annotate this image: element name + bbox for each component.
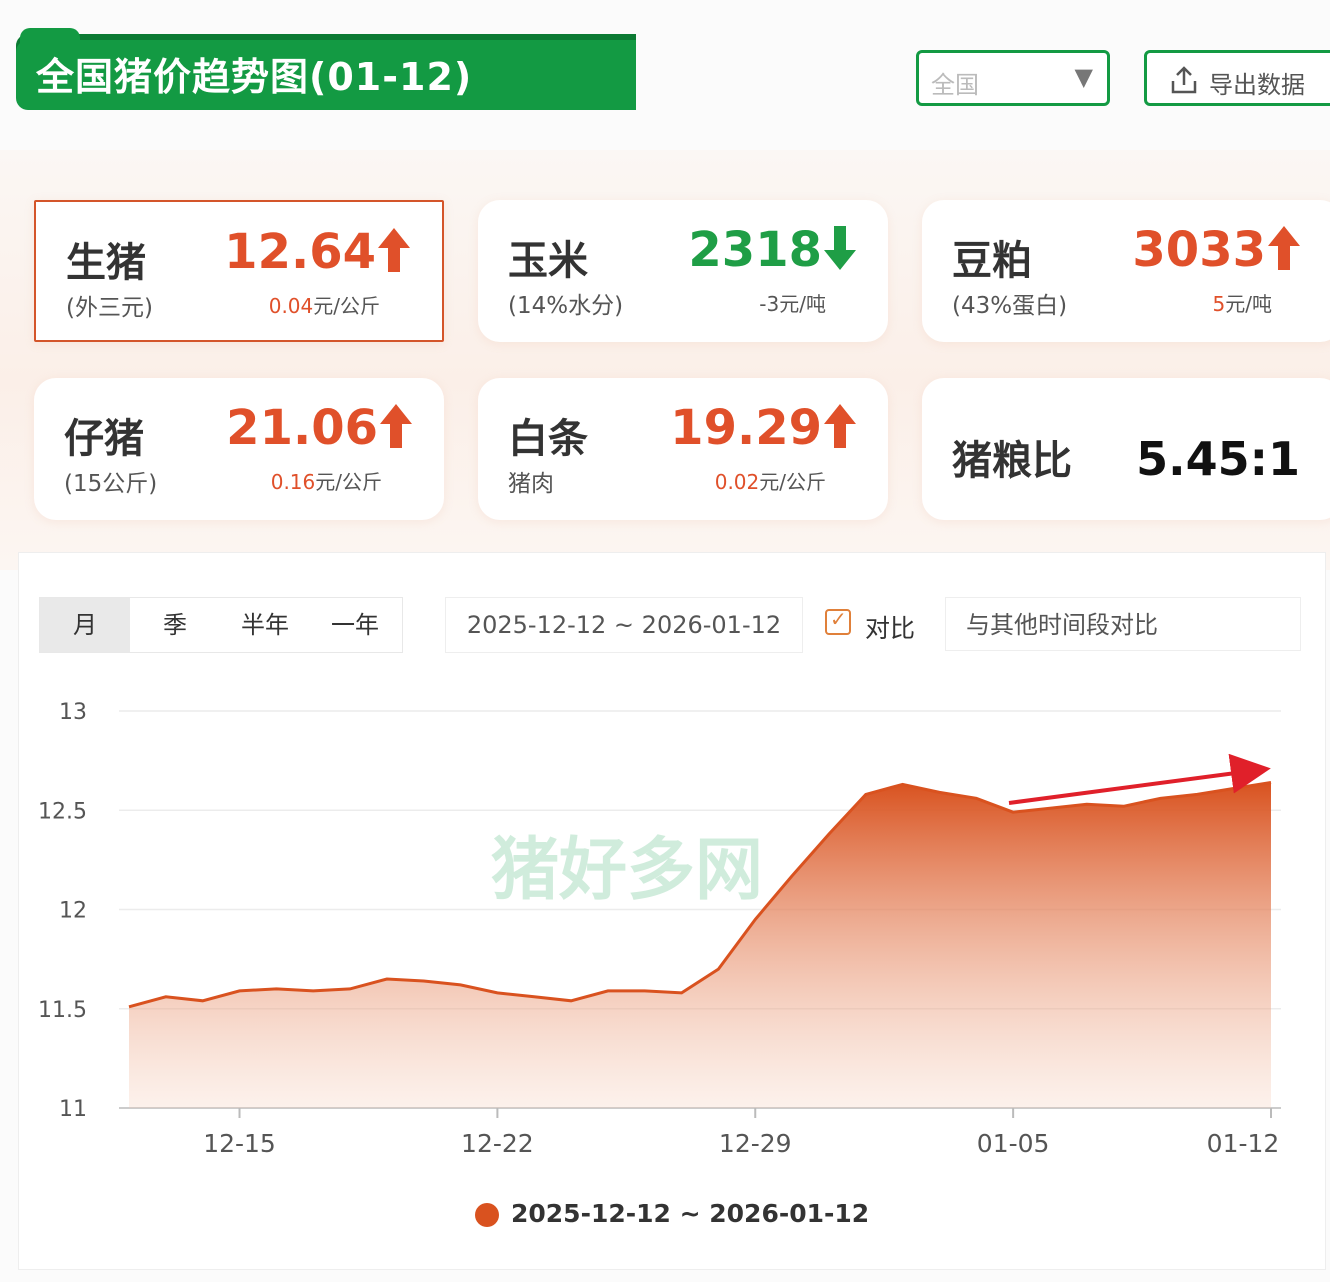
price-value: 12.64 [224, 224, 376, 280]
card-change: 5元/吨 [1213, 288, 1272, 317]
card-sub: (外三元) [66, 295, 153, 321]
change-value: 0.04 [268, 294, 314, 318]
card-price: 21.06 [226, 400, 412, 456]
card-price: 2318 [688, 222, 856, 278]
change-value: 0.02 [714, 470, 760, 494]
region-select[interactable]: 全国 ▼ [916, 50, 1110, 106]
region-select-value: 全国 [931, 71, 979, 99]
price-value: 2318 [688, 222, 822, 278]
x-tick-label: 01-12 [1207, 1129, 1280, 1158]
y-tick-label: 11 [59, 1097, 87, 1122]
change-unit: 元/公斤 [315, 470, 382, 494]
card-hog-grain-ratio[interactable]: 猪粮比 5.45:1 [922, 378, 1330, 520]
title-banner: 全国猪价趋势图(01-12) [16, 28, 636, 110]
caret-down-icon: ▼ [1074, 63, 1093, 91]
y-tick-label: 12.5 [38, 799, 87, 824]
card-soymeal[interactable]: 豆粕 (43%蛋白) 3033 5元/吨 [922, 200, 1330, 342]
x-tick-label: 12-29 [719, 1129, 792, 1158]
card-sub: (15公斤) [64, 471, 158, 497]
card-sub: 猪肉 [508, 471, 554, 497]
card-change: 0.02元/公斤 [715, 466, 826, 495]
change-unit: 元/吨 [779, 292, 826, 316]
legend-label: 2025-12-12 ~ 2026-01-12 [511, 1199, 870, 1228]
y-tick-label: 12 [59, 899, 87, 924]
card-pork[interactable]: 白条 猪肉 19.29 0.02元/公斤 [478, 378, 888, 520]
ratio-value: 5.45:1 [1136, 432, 1300, 486]
card-change: 0.16元/公斤 [271, 466, 382, 495]
watermark: 猪好多网 [491, 831, 763, 910]
arrow-up-icon [380, 404, 412, 448]
change-unit: 元/公斤 [759, 470, 826, 494]
arrow-down-icon [824, 226, 856, 270]
arrow-up-icon [824, 404, 856, 448]
price-value: 21.06 [226, 400, 378, 456]
card-name: 豆粕 [952, 238, 1032, 284]
change-value: 0.16 [270, 470, 316, 494]
card-name: 生猪 [66, 240, 146, 286]
card-name: 白条 [508, 416, 588, 462]
change-unit: 元/吨 [1225, 292, 1272, 316]
price-value: 19.29 [670, 400, 822, 456]
price-value: 3033 [1132, 222, 1266, 278]
card-name: 仔猪 [64, 416, 144, 462]
change-unit: 元/公斤 [313, 294, 380, 318]
y-tick-label: 11.5 [38, 998, 87, 1023]
x-tick-label: 01-05 [977, 1129, 1050, 1158]
card-corn[interactable]: 玉米 (14%水分) 2318 -3元/吨 [478, 200, 888, 342]
card-price: 3033 [1132, 222, 1300, 278]
card-price: 12.64 [224, 224, 410, 280]
price-chart: 11 11.5 12 12.5 13 猪好多网 12-15 12-22 12-29 01-05… [38, 700, 1281, 1158]
arrow-up-icon [378, 228, 410, 272]
card-change: -3元/吨 [759, 288, 826, 317]
card-change: 0.04元/公斤 [269, 290, 380, 319]
card-sub: (43%蛋白) [952, 293, 1068, 319]
change-value: -3 [759, 292, 780, 316]
card-price: 19.29 [670, 400, 856, 456]
card-name: 猪粮比 [952, 438, 1072, 484]
chart-panel: 月 季 半年 一年 2025-12-12 ~ 2026-01-12 ✓ 对比 与… [18, 552, 1326, 1270]
page-title: 全国猪价趋势图(01-12) [36, 55, 473, 99]
x-tick-label: 12-22 [461, 1129, 534, 1158]
x-tick-label: 12-15 [203, 1129, 276, 1158]
export-data-button[interactable]: 导出数据 [1144, 50, 1330, 106]
arrow-up-icon [1268, 226, 1300, 270]
y-tick-label: 13 [59, 700, 87, 725]
card-piglet[interactable]: 仔猪 (15公斤) 21.06 0.16元/公斤 [34, 378, 444, 520]
card-sub: (14%水分) [508, 293, 624, 319]
card-name: 玉米 [508, 238, 588, 284]
legend-swatch [475, 1203, 499, 1227]
export-data-label: 导出数据 [1209, 71, 1305, 99]
upload-icon [1171, 66, 1197, 94]
card-live-hog[interactable]: 生猪 (外三元) 12.64 0.04元/公斤 [34, 200, 444, 342]
change-value: 5 [1212, 292, 1226, 316]
